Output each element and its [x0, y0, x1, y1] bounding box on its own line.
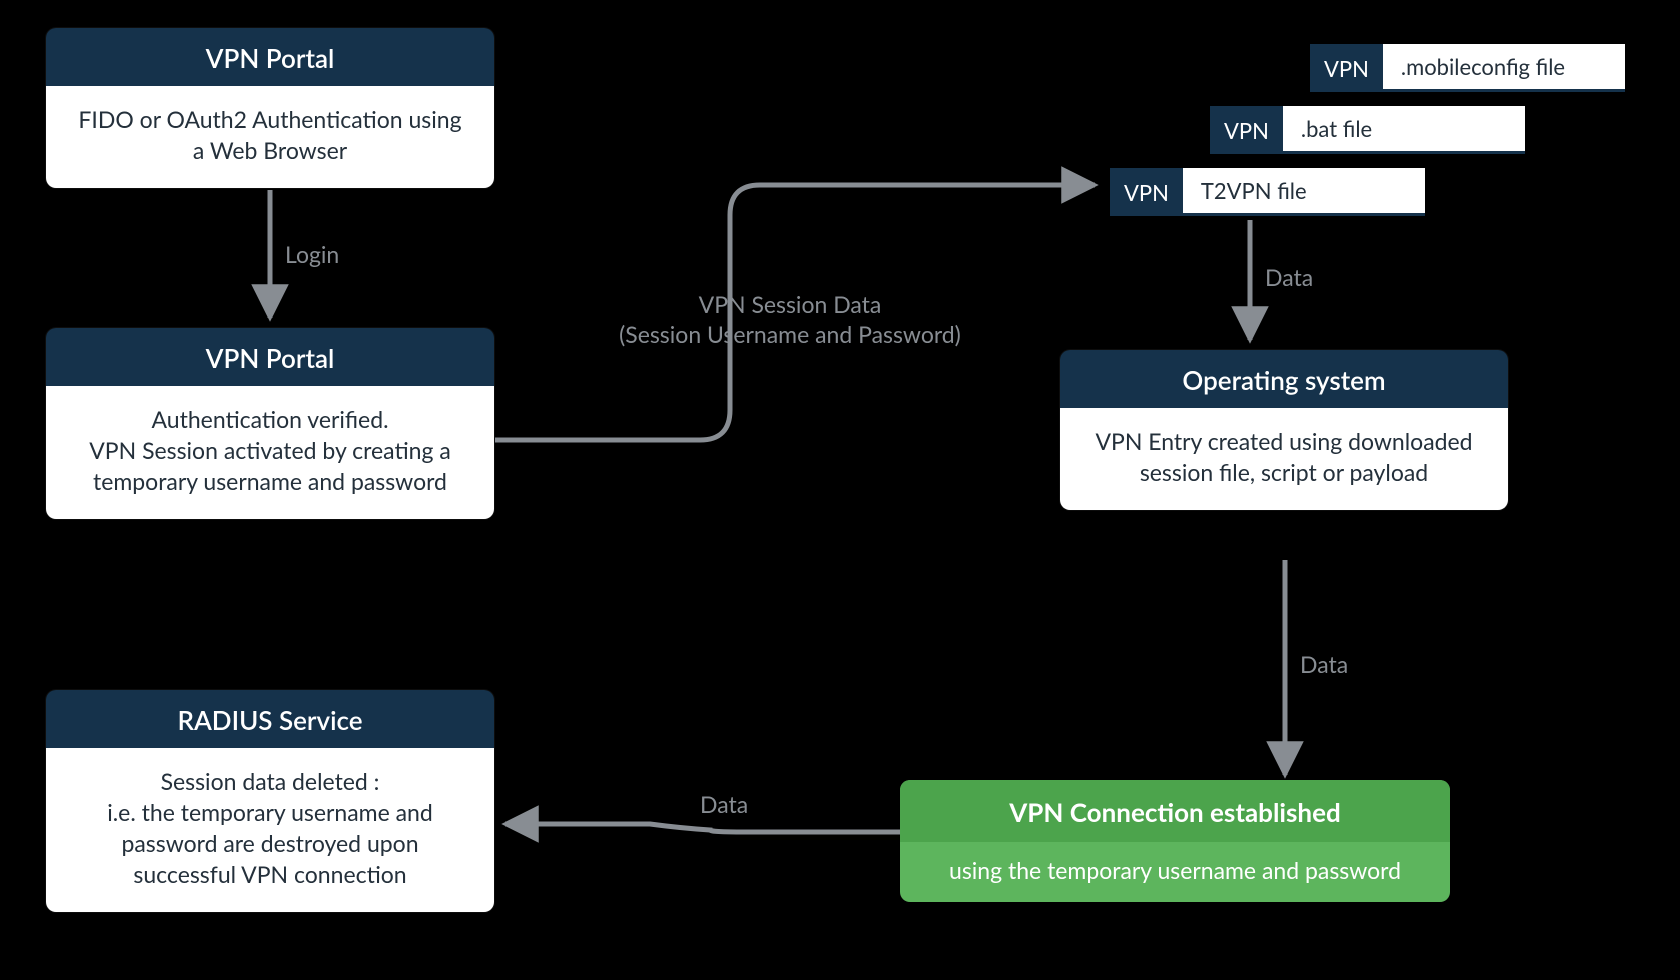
node-title: VPN Connection established: [900, 780, 1450, 842]
chip-file: .mobileconfig file: [1383, 44, 1625, 92]
edge-label-login: Login: [285, 240, 339, 270]
node-body: FIDO or OAuth2 Authentication using a We…: [46, 86, 494, 188]
chip-mobileconfig: VPN .mobileconfig file: [1310, 44, 1625, 92]
chip-prefix: VPN: [1110, 168, 1183, 216]
node-body: VPN Entry created using downloaded sessi…: [1060, 408, 1508, 510]
node-body: Session data deleted : i.e. the temporar…: [46, 748, 494, 912]
edge-label-data-3: Data: [700, 790, 748, 820]
chip-file: .bat file: [1283, 106, 1525, 154]
node-operating-system: Operating system VPN Entry created using…: [1060, 350, 1508, 510]
edge-label-data-1: Data: [1265, 263, 1313, 293]
node-title: Operating system: [1060, 350, 1508, 408]
chip-file: T2VPN file: [1183, 168, 1425, 216]
edge-label-session-data: VPN Session Data (Session Username and P…: [560, 290, 1020, 350]
chip-prefix: VPN: [1210, 106, 1283, 154]
node-title: RADIUS Service: [46, 690, 494, 748]
node-body: using the temporary username and passwor…: [900, 842, 1450, 902]
chip-bat: VPN .bat file: [1210, 106, 1525, 154]
node-body: Authentication verified. VPN Session act…: [46, 386, 494, 519]
chip-prefix: VPN: [1310, 44, 1383, 92]
edge-label-data-2: Data: [1300, 650, 1348, 680]
chip-t2vpn: VPN T2VPN file: [1110, 168, 1425, 216]
node-title: VPN Portal: [46, 328, 494, 386]
node-vpn-portal-2: VPN Portal Authentication verified. VPN …: [46, 328, 494, 519]
node-vpn-portal-1: VPN Portal FIDO or OAuth2 Authentication…: [46, 28, 494, 188]
node-radius-service: RADIUS Service Session data deleted : i.…: [46, 690, 494, 912]
node-title: VPN Portal: [46, 28, 494, 86]
node-vpn-established: VPN Connection established using the tem…: [900, 780, 1450, 902]
